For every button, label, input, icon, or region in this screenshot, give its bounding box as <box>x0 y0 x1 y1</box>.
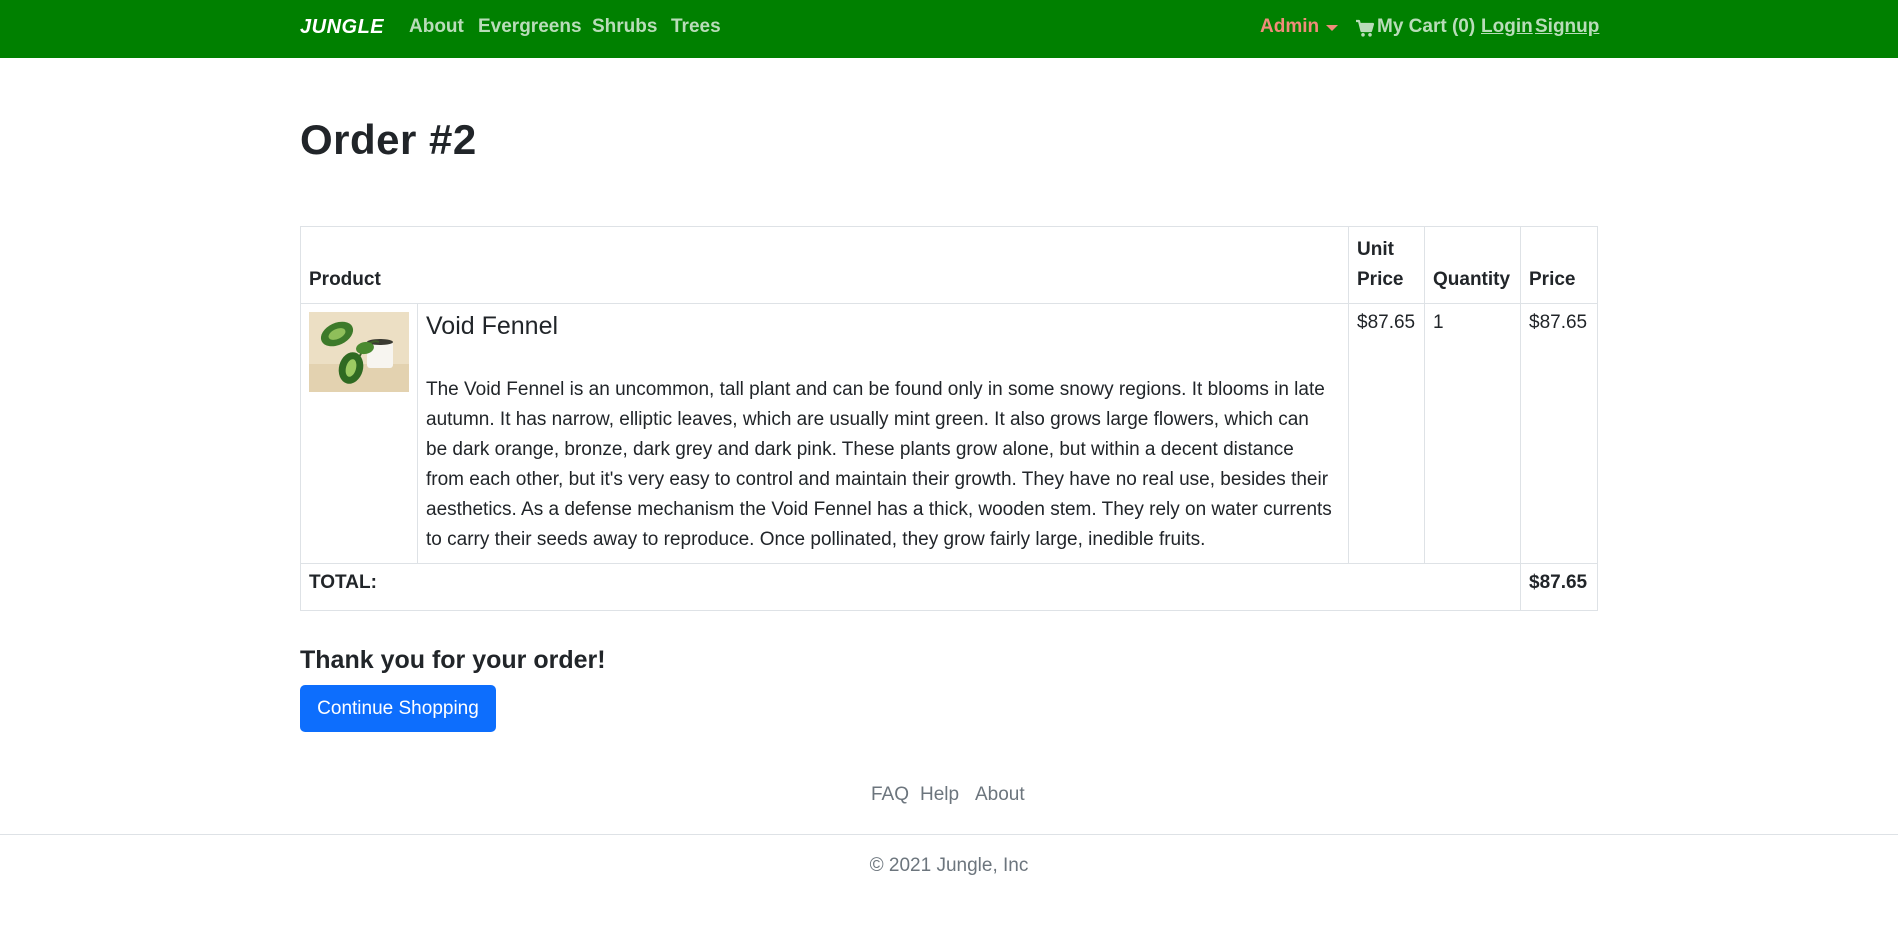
footer-link-faq[interactable]: FAQ <box>871 784 909 806</box>
header-quantity: Quantity <box>1424 226 1521 304</box>
total-row: TOTAL: $87.65 <box>300 563 1598 611</box>
header-price: Price <box>1520 226 1598 304</box>
price-value: $87.65 <box>1520 303 1598 564</box>
chevron-down-icon[interactable] <box>1326 25 1338 31</box>
footer-link-about[interactable]: About <box>975 784 1025 806</box>
signup-link[interactable]: Signup <box>1535 16 1599 38</box>
footer-link-help[interactable]: Help <box>920 784 959 806</box>
page-title: Order #2 <box>300 116 477 163</box>
table-row: Void Fennel The Void Fennel is an uncomm… <box>300 303 1598 564</box>
login-link[interactable]: Login <box>1481 16 1533 38</box>
product-details-cell: Void Fennel The Void Fennel is an uncomm… <box>417 303 1349 564</box>
nav-link-evergreens[interactable]: Evergreens <box>478 16 582 38</box>
table-header-row: Product Unit Price Quantity Price <box>300 226 1598 304</box>
order-table: Product Unit Price Quantity Price Void F… <box>300 226 1598 611</box>
product-description: The Void Fennel is an uncommon, tall pla… <box>426 379 1332 550</box>
top-navbar: JUNGLE About Evergreens Shrubs Trees Adm… <box>0 0 1898 58</box>
product-name[interactable]: Void Fennel <box>426 312 1334 341</box>
continue-shopping-button[interactable]: Continue Shopping <box>300 685 496 732</box>
nav-link-trees[interactable]: Trees <box>671 16 721 38</box>
nav-link-about[interactable]: About <box>409 16 464 38</box>
navbar-inner: JUNGLE About Evergreens Shrubs Trees Adm… <box>300 0 1599 58</box>
copyright-text: © 2021 Jungle, Inc <box>869 855 1029 876</box>
thank-you-message: Thank you for your order! <box>300 646 606 674</box>
my-cart-link[interactable]: My Cart (0) <box>1377 16 1475 38</box>
footer-divider <box>0 834 1898 835</box>
shopping-cart-icon[interactable] <box>1355 18 1375 38</box>
product-image <box>309 312 409 392</box>
total-label: TOTAL: <box>300 563 1521 611</box>
admin-dropdown[interactable]: Admin <box>1260 16 1319 38</box>
header-product: Product <box>300 226 1349 304</box>
nav-link-shrubs[interactable]: Shrubs <box>592 16 657 38</box>
unit-price-value: $87.65 <box>1348 303 1425 564</box>
quantity-value: 1 <box>1424 303 1521 564</box>
brand-logo[interactable]: JUNGLE <box>300 16 384 39</box>
header-unit-price: Unit Price <box>1348 226 1425 304</box>
product-image-cell <box>300 303 418 564</box>
total-value: $87.65 <box>1520 563 1598 611</box>
plant-image-icon <box>309 312 409 392</box>
